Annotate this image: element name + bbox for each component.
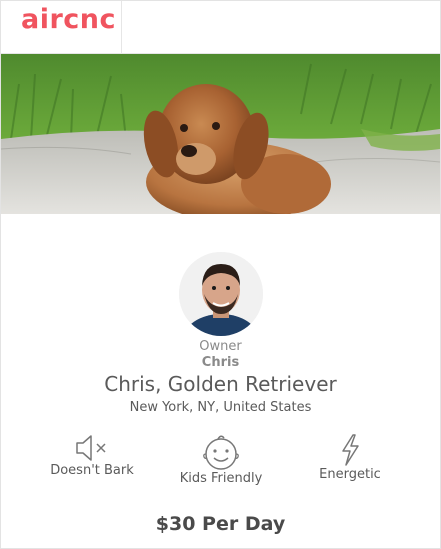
owner-photo xyxy=(179,252,263,336)
trait-label: Energetic xyxy=(319,467,381,482)
listing-title: Chris, Golden Retriever xyxy=(104,372,337,396)
owner-label: Owner xyxy=(199,339,242,354)
lightning-icon xyxy=(342,434,359,466)
listing-card: aircnc Owner Chris Chris, Golden Retriev… xyxy=(0,0,441,549)
owner-name-link[interactable]: Chris xyxy=(1,355,440,370)
trait-kids-friendly: Kids Friendly xyxy=(156,433,286,486)
muted-speaker-icon xyxy=(76,435,106,461)
dog-photo-image xyxy=(1,54,440,214)
trait-energetic: Energetic xyxy=(285,433,415,482)
price-label: $30 Per Day xyxy=(155,513,286,535)
traits-row: Doesn't Bark Kids Friendly Energetic xyxy=(1,433,440,495)
trait-label: Kids Friendly xyxy=(179,471,263,486)
logo-link[interactable]: aircnc xyxy=(1,1,122,53)
owner-avatar[interactable] xyxy=(179,252,263,336)
baby-face-icon xyxy=(203,435,239,470)
dog-photo xyxy=(1,54,440,214)
trait-doesnt-bark: Doesn't Bark xyxy=(27,433,157,478)
listing-location: New York, NY, United States xyxy=(129,400,312,415)
top-bar: aircnc xyxy=(1,1,440,54)
brand-logo: aircnc xyxy=(21,4,117,35)
trait-label: Doesn't Bark xyxy=(50,463,134,478)
